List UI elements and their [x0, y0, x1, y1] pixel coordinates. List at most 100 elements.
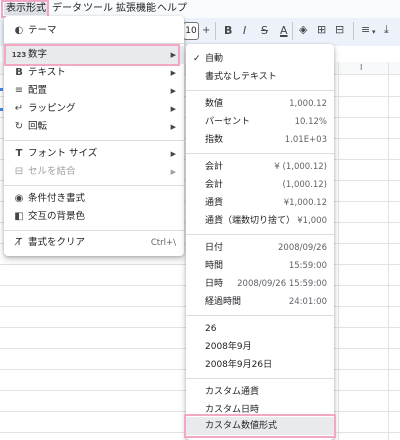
- strikethrough-button[interactable]: S: [261, 24, 268, 38]
- format-number[interactable]: 数値 1,000.12: [186, 95, 334, 113]
- format-datetime[interactable]: 日時 2008/09/26 15:59:00: [186, 275, 334, 293]
- format-label: 2008年9月26日: [205, 360, 273, 370]
- format-label: 経過時間: [205, 297, 242, 307]
- toolbar-divider: [353, 22, 354, 40]
- font-size-input[interactable]: 10: [183, 22, 199, 40]
- wrap-icon: ↵: [14, 103, 24, 114]
- format-currency[interactable]: 通貨 ¥1,000.12: [186, 194, 334, 212]
- menu-extensions[interactable]: 拡張機能: [116, 3, 156, 15]
- merge-cells-icon[interactable]: ⊟: [335, 23, 344, 37]
- menu-divider: [186, 234, 334, 235]
- number-format-submenu: ✓ 自動 書式なしテキスト 数値 1,000.12 パーセント 10.12% 指…: [186, 44, 334, 440]
- alternating-colors-icon: ◧: [14, 211, 24, 222]
- chevron-right-icon: ▶: [170, 150, 176, 158]
- gridline: [338, 62, 339, 440]
- menu-item-conditional-format[interactable]: ◉ 条件付き書式: [4, 190, 184, 208]
- italic-button[interactable]: I: [243, 24, 246, 38]
- format-example: ¥ (1,000.12): [274, 162, 327, 172]
- format-label: パーセント: [205, 117, 251, 127]
- chevron-right-icon: ▶: [170, 123, 176, 131]
- format-automatic[interactable]: ✓ 自動: [186, 50, 334, 68]
- format-day[interactable]: 26: [186, 320, 334, 338]
- menu-item-label: テーマ: [28, 25, 57, 36]
- gridline: [388, 62, 389, 440]
- format-label: 数値: [205, 99, 224, 109]
- palette-icon: ◐: [14, 25, 24, 36]
- menu-data[interactable]: データ: [52, 3, 82, 15]
- menu-item-alignment[interactable]: ≡ 配置 ▶: [4, 82, 184, 100]
- align-icon: ≡: [14, 85, 24, 96]
- fill-color-icon[interactable]: ◈: [299, 23, 307, 37]
- format-example: 10.12%: [294, 117, 327, 127]
- format-label: 会計: [205, 162, 224, 172]
- format-year-month[interactable]: 2008年9月: [186, 338, 334, 356]
- font-size-increase-icon[interactable]: +: [202, 24, 210, 38]
- format-percent[interactable]: パーセント 10.12%: [186, 113, 334, 131]
- chevron-right-icon: ▶: [170, 168, 176, 176]
- menu-item-merge-cells: ⊟ セルを結合 ▶: [4, 163, 184, 181]
- merge-icon: ⊟: [14, 166, 24, 177]
- menu-divider: [4, 230, 184, 231]
- format-accounting[interactable]: 会計 ¥ (1,000.12): [186, 158, 334, 176]
- format-date[interactable]: 日付 2008/09/26: [186, 239, 334, 257]
- format-label: 通貨（端数切り捨て）: [205, 216, 296, 226]
- menu-divider: [186, 378, 334, 379]
- format-currency-rounded[interactable]: 通貨（端数切り捨て） ¥1,000: [186, 212, 334, 230]
- format-example: ¥1,000.12: [283, 198, 327, 208]
- row-marker: [0, 108, 3, 111]
- format-plain-text[interactable]: 書式なしテキスト: [186, 68, 334, 86]
- menu-item-text[interactable]: B テキスト ▶: [4, 64, 184, 82]
- borders-icon[interactable]: ⊞: [317, 23, 326, 37]
- vertical-align-icon[interactable]: ⤓: [384, 23, 389, 37]
- bold-button[interactable]: B: [224, 24, 232, 38]
- chevron-down-icon[interactable]: ▾: [372, 25, 376, 39]
- format-example: ¥1,000: [297, 216, 327, 226]
- menu-item-alternating-colors[interactable]: ◧ 交互の背景色: [4, 208, 184, 226]
- format-time[interactable]: 時間 15:59:00: [186, 257, 334, 275]
- format-label: 日時: [205, 279, 224, 289]
- column-header-label[interactable]: I: [360, 63, 362, 72]
- check-icon: ✓: [193, 54, 201, 64]
- toolbar-divider: [215, 22, 216, 40]
- number-item-highlight: [4, 44, 180, 66]
- menu-item-label: テキスト: [28, 67, 66, 78]
- menu-item-label: 配置: [28, 85, 48, 96]
- menu-divider: [4, 140, 184, 141]
- menu-help[interactable]: ヘルプ: [157, 3, 187, 15]
- menu-tools[interactable]: ツール: [83, 3, 113, 15]
- menu-item-label: 書式をクリア: [28, 237, 86, 248]
- chevron-right-icon: ▶: [170, 105, 176, 113]
- menu-item-label: 条件付き書式: [28, 193, 86, 204]
- text-color-button[interactable]: A: [280, 24, 288, 38]
- format-duration[interactable]: 経過時間 24:01:00: [186, 293, 334, 311]
- menu-item-label: セルを結合: [28, 166, 76, 177]
- menu-divider: [4, 185, 184, 186]
- menu-item-font-size[interactable]: T フォント サイズ ▶: [4, 145, 184, 163]
- format-example: 1,000.12: [289, 99, 327, 109]
- format-custom-currency[interactable]: カスタム通貨: [186, 383, 334, 401]
- format-label: 会計: [205, 180, 224, 190]
- format-label: 通貨: [205, 198, 224, 208]
- format-example: 1.01E+03: [284, 135, 327, 145]
- menu-divider: [186, 153, 334, 154]
- chevron-right-icon: ▶: [170, 69, 176, 77]
- format-example: 2008/09/26: [278, 243, 327, 253]
- toolbar-divider: [292, 22, 293, 40]
- format-financial[interactable]: 会計 (1,000.12): [186, 176, 334, 194]
- format-full-date[interactable]: 2008年9月26日: [186, 356, 334, 374]
- format-label: 指数: [205, 135, 224, 145]
- menu-divider: [186, 90, 334, 91]
- format-example: 2008/09/26 15:59:00: [237, 279, 327, 289]
- format-label: 自動: [205, 54, 224, 64]
- menu-item-clear-format[interactable]: T̸ 書式をクリア Ctrl+\: [4, 234, 184, 252]
- bold-icon: B: [15, 67, 23, 78]
- menu-item-theme[interactable]: ◐ テーマ: [4, 22, 184, 40]
- format-scientific[interactable]: 指数 1.01E+03: [186, 131, 334, 149]
- menu-item-label: 回転: [28, 121, 48, 132]
- menu-item-label: ラッピング: [28, 103, 76, 114]
- horizontal-align-icon[interactable]: ≡: [361, 23, 370, 37]
- menu-item-rotation[interactable]: ↻ 回転 ▶: [4, 118, 184, 136]
- chevron-right-icon: ▶: [170, 87, 176, 95]
- menu-item-label: フォント サイズ: [28, 148, 98, 159]
- menu-item-wrapping[interactable]: ↵ ラッピング ▶: [4, 100, 184, 118]
